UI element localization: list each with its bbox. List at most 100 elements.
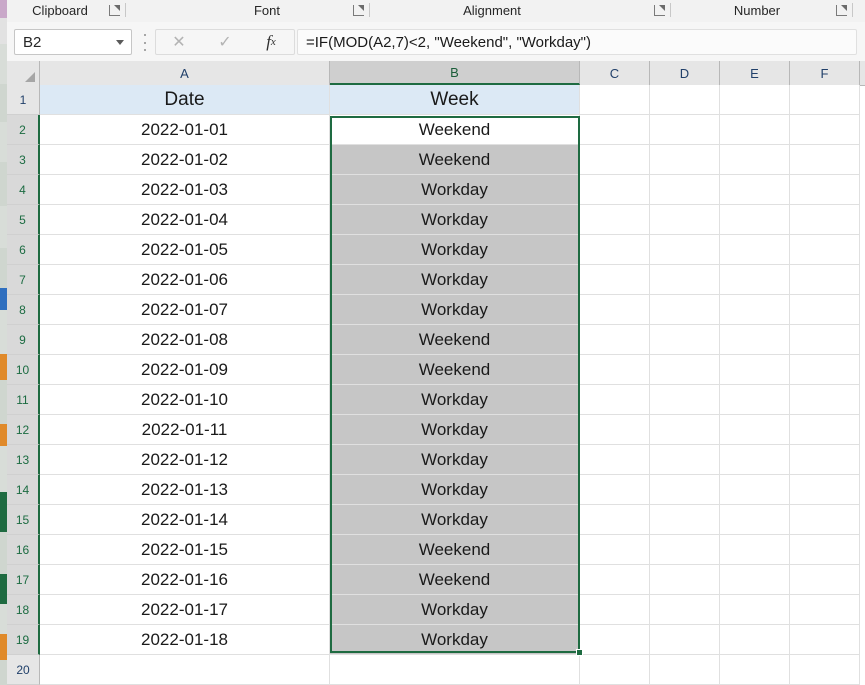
cell-f-row-14[interactable] xyxy=(790,475,860,505)
cell-d-row-2[interactable] xyxy=(650,115,720,145)
cell-c-row-3[interactable] xyxy=(580,145,650,175)
cell-e-row-9[interactable] xyxy=(720,325,790,355)
cell-c-row-15[interactable] xyxy=(580,505,650,535)
cell-d-row-13[interactable] xyxy=(650,445,720,475)
cell-b-row-1[interactable]: Week xyxy=(330,85,580,115)
cell-c-row-4[interactable] xyxy=(580,175,650,205)
cell-e-row-18[interactable] xyxy=(720,595,790,625)
cell-a-row-9[interactable]: 2022-01-08 xyxy=(40,325,330,355)
cell-b-row-2[interactable]: Weekend xyxy=(330,115,580,145)
alignment-dialog-launcher-icon[interactable] xyxy=(652,3,667,18)
cell-f-row-5[interactable] xyxy=(790,205,860,235)
cell-f-row-8[interactable] xyxy=(790,295,860,325)
cell-c-row-19[interactable] xyxy=(580,625,650,655)
row-header-17[interactable]: 17 xyxy=(7,565,40,595)
cell-b-row-5[interactable]: Workday xyxy=(330,205,580,235)
cell-a-row-13[interactable]: 2022-01-12 xyxy=(40,445,330,475)
row-header-7[interactable]: 7 xyxy=(7,265,40,295)
cell-d-row-16[interactable] xyxy=(650,535,720,565)
row-header-1[interactable]: 1 xyxy=(7,85,40,115)
cell-c-row-17[interactable] xyxy=(580,565,650,595)
cell-f-row-2[interactable] xyxy=(790,115,860,145)
cell-e-row-2[interactable] xyxy=(720,115,790,145)
cell-c-row-20[interactable] xyxy=(580,655,650,685)
cell-c-row-14[interactable] xyxy=(580,475,650,505)
formula-bar-grip[interactable] xyxy=(141,34,149,51)
cell-b-row-17[interactable]: Weekend xyxy=(330,565,580,595)
row-header-19[interactable]: 19 xyxy=(7,625,40,655)
cell-d-row-14[interactable] xyxy=(650,475,720,505)
cell-f-row-18[interactable] xyxy=(790,595,860,625)
row-header-18[interactable]: 18 xyxy=(7,595,40,625)
cell-c-row-1[interactable] xyxy=(580,85,650,115)
cell-a-row-6[interactable]: 2022-01-05 xyxy=(40,235,330,265)
cell-e-row-16[interactable] xyxy=(720,535,790,565)
cell-f-row-3[interactable] xyxy=(790,145,860,175)
cell-d-row-7[interactable] xyxy=(650,265,720,295)
row-header-12[interactable]: 12 xyxy=(7,415,40,445)
cell-a-row-10[interactable]: 2022-01-09 xyxy=(40,355,330,385)
cell-d-row-3[interactable] xyxy=(650,145,720,175)
font-dialog-launcher-icon[interactable] xyxy=(351,3,366,18)
cell-c-row-13[interactable] xyxy=(580,445,650,475)
cell-d-row-18[interactable] xyxy=(650,595,720,625)
cell-b-row-3[interactable]: Weekend xyxy=(330,145,580,175)
cell-b-row-4[interactable]: Workday xyxy=(330,175,580,205)
cell-f-row-20[interactable] xyxy=(790,655,860,685)
cell-c-row-5[interactable] xyxy=(580,205,650,235)
cell-d-row-12[interactable] xyxy=(650,415,720,445)
close-icon[interactable]: ✕ xyxy=(156,30,202,54)
cell-f-row-15[interactable] xyxy=(790,505,860,535)
row-header-11[interactable]: 11 xyxy=(7,385,40,415)
cell-c-row-2[interactable] xyxy=(580,115,650,145)
cell-a-row-3[interactable]: 2022-01-02 xyxy=(40,145,330,175)
fill-handle-icon[interactable] xyxy=(576,649,583,656)
cell-f-row-13[interactable] xyxy=(790,445,860,475)
cell-c-row-6[interactable] xyxy=(580,235,650,265)
cell-e-row-11[interactable] xyxy=(720,385,790,415)
cell-f-row-7[interactable] xyxy=(790,265,860,295)
cell-b-row-11[interactable]: Workday xyxy=(330,385,580,415)
cell-b-row-12[interactable]: Workday xyxy=(330,415,580,445)
cell-b-row-7[interactable]: Workday xyxy=(330,265,580,295)
cell-d-row-11[interactable] xyxy=(650,385,720,415)
cell-b-row-13[interactable]: Workday xyxy=(330,445,580,475)
cell-d-row-4[interactable] xyxy=(650,175,720,205)
number-dialog-launcher-icon[interactable] xyxy=(834,3,849,18)
chevron-down-icon[interactable] xyxy=(109,39,131,45)
cell-a-row-12[interactable]: 2022-01-11 xyxy=(40,415,330,445)
cell-e-row-8[interactable] xyxy=(720,295,790,325)
cell-c-row-9[interactable] xyxy=(580,325,650,355)
cell-b-row-15[interactable]: Workday xyxy=(330,505,580,535)
cell-e-row-5[interactable] xyxy=(720,205,790,235)
cell-c-row-18[interactable] xyxy=(580,595,650,625)
cell-f-row-6[interactable] xyxy=(790,235,860,265)
check-icon[interactable]: ✓ xyxy=(202,30,248,54)
column-header-f[interactable]: F xyxy=(790,61,860,85)
cell-b-row-6[interactable]: Workday xyxy=(330,235,580,265)
cell-b-row-19[interactable]: Workday xyxy=(330,625,580,655)
clipboard-dialog-launcher-icon[interactable] xyxy=(107,3,122,18)
column-header-e[interactable]: E xyxy=(720,61,790,85)
row-header-16[interactable]: 16 xyxy=(7,535,40,565)
cell-e-row-20[interactable] xyxy=(720,655,790,685)
cell-e-row-17[interactable] xyxy=(720,565,790,595)
cell-f-row-11[interactable] xyxy=(790,385,860,415)
cell-a-row-11[interactable]: 2022-01-10 xyxy=(40,385,330,415)
cell-a-row-8[interactable]: 2022-01-07 xyxy=(40,295,330,325)
cell-e-row-14[interactable] xyxy=(720,475,790,505)
cell-d-row-9[interactable] xyxy=(650,325,720,355)
cell-b-row-14[interactable]: Workday xyxy=(330,475,580,505)
formula-input[interactable]: =IF(MOD(A2,7)<2, "Weekend", "Workday") xyxy=(297,29,857,55)
row-header-2[interactable]: 2 xyxy=(7,115,40,145)
row-header-5[interactable]: 5 xyxy=(7,205,40,235)
select-all-triangle-icon[interactable] xyxy=(7,61,40,85)
cell-e-row-6[interactable] xyxy=(720,235,790,265)
cell-b-row-16[interactable]: Weekend xyxy=(330,535,580,565)
cell-a-row-16[interactable]: 2022-01-15 xyxy=(40,535,330,565)
cell-b-row-20[interactable] xyxy=(330,655,580,685)
cell-f-row-12[interactable] xyxy=(790,415,860,445)
row-header-3[interactable]: 3 xyxy=(7,145,40,175)
row-header-9[interactable]: 9 xyxy=(7,325,40,355)
cell-d-row-15[interactable] xyxy=(650,505,720,535)
